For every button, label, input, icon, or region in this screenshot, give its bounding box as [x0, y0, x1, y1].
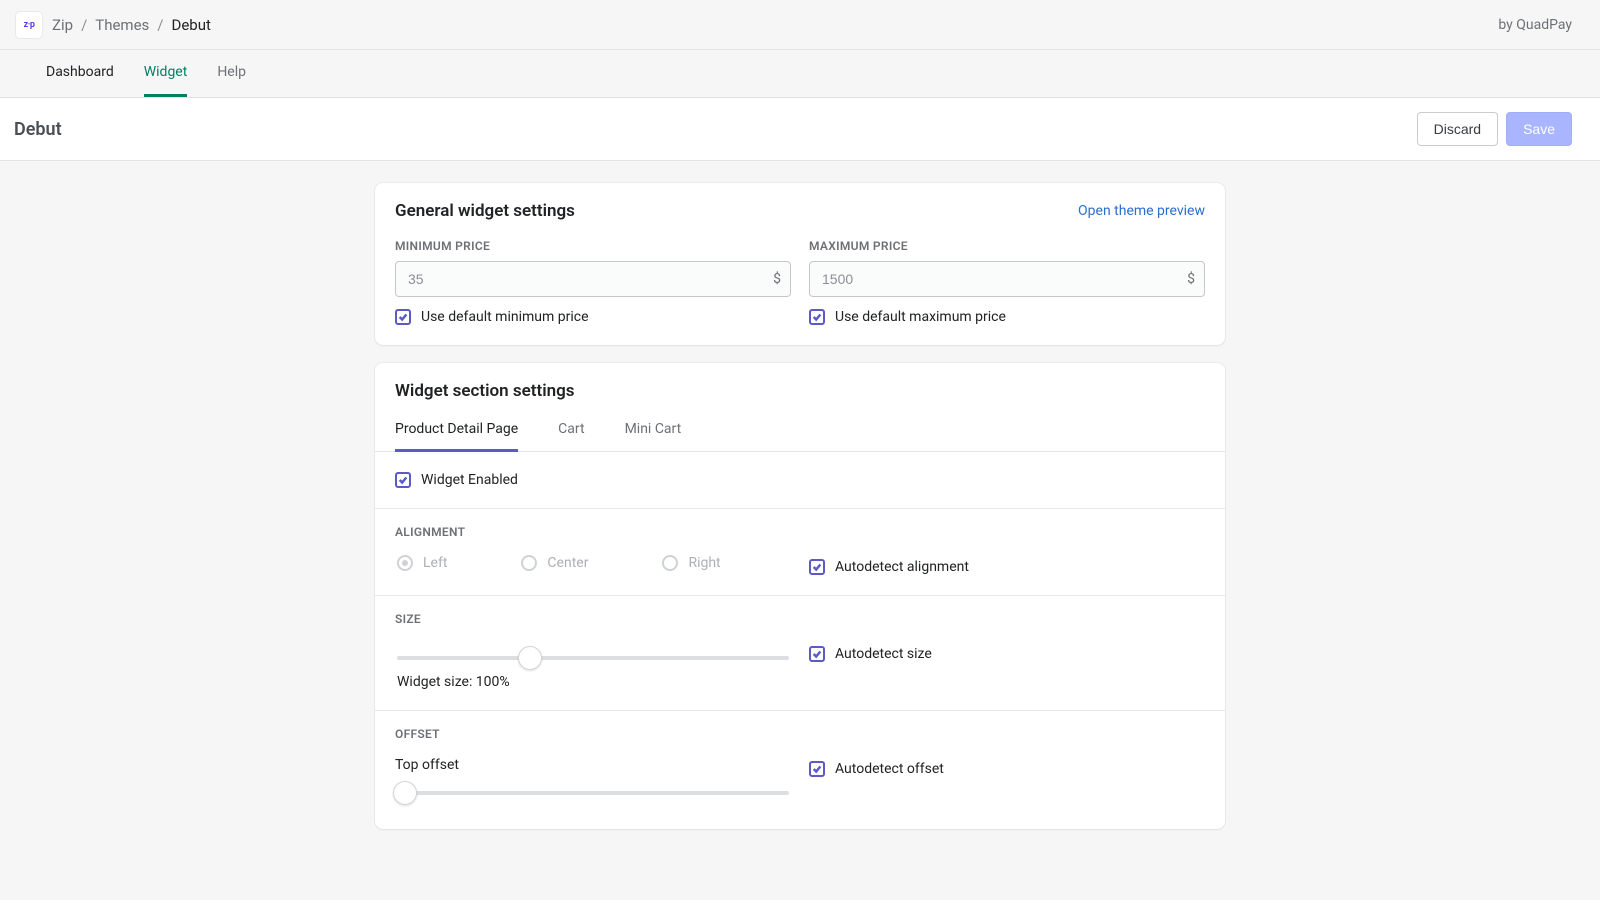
min-price-label: MINIMUM PRICE — [395, 239, 791, 253]
breadcrumb-sep-icon: / — [157, 16, 163, 34]
max-price-input[interactable] — [809, 261, 1205, 297]
action-buttons: Discard Save — [1417, 112, 1572, 146]
use-default-max-label: Use default maximum price — [835, 309, 1006, 325]
autodetect-offset-checkbox[interactable] — [809, 761, 825, 777]
alignment-right-label: Right — [688, 555, 720, 571]
save-button[interactable]: Save — [1506, 112, 1572, 146]
discard-button[interactable]: Discard — [1417, 112, 1498, 146]
use-default-min-checkbox[interactable] — [395, 309, 411, 325]
tab-dashboard[interactable]: Dashboard — [46, 50, 114, 97]
alignment-radio-left[interactable] — [397, 555, 413, 571]
size-slider-thumb[interactable] — [518, 646, 542, 670]
top-bar: z·p Zip / Themes / Debut by QuadPay — [0, 0, 1600, 50]
section-tabs: Product Detail Page Cart Mini Cart — [375, 401, 1225, 452]
content-area: General widget settings Open theme previ… — [0, 161, 1600, 851]
alignment-section: ALIGNMENT Left Center — [375, 509, 1225, 596]
tab-help[interactable]: Help — [217, 50, 246, 97]
alignment-radio-right[interactable] — [662, 555, 678, 571]
general-settings-card: General widget settings Open theme previ… — [375, 183, 1225, 345]
page-title: Debut — [14, 119, 62, 140]
tab-widget[interactable]: Widget — [144, 50, 188, 97]
title-bar: Debut Discard Save — [0, 98, 1600, 161]
widget-section-card: Widget section settings Product Detail P… — [375, 363, 1225, 829]
alignment-left-label: Left — [423, 555, 447, 571]
autodetect-offset-label: Autodetect offset — [835, 761, 944, 777]
general-settings-title: General widget settings — [395, 201, 575, 221]
use-default-min-label: Use default minimum price — [421, 309, 589, 325]
section-tab-minicart[interactable]: Mini Cart — [625, 411, 682, 452]
min-price-input[interactable] — [395, 261, 791, 297]
breadcrumb-app[interactable]: Zip — [52, 16, 73, 34]
widget-section-title: Widget section settings — [395, 381, 575, 401]
card-stack: General widget settings Open theme previ… — [375, 183, 1225, 829]
nav-tabs: Dashboard Widget Help — [0, 50, 1600, 98]
breadcrumb-current: Debut — [172, 16, 211, 34]
autodetect-size-label: Autodetect size — [835, 646, 932, 662]
currency-suffix-icon: $ — [773, 271, 781, 287]
autodetect-alignment-label: Autodetect alignment — [835, 559, 969, 575]
size-section-label: SIZE — [395, 612, 1205, 626]
alignment-center-label: Center — [547, 555, 588, 571]
alignment-radio-group: Left Center Right — [395, 555, 791, 571]
alignment-section-label: ALIGNMENT — [395, 525, 1205, 539]
top-offset-slider-thumb[interactable] — [393, 781, 417, 805]
autodetect-alignment-checkbox[interactable] — [809, 559, 825, 575]
use-default-max-checkbox[interactable] — [809, 309, 825, 325]
open-theme-preview-link[interactable]: Open theme preview — [1078, 203, 1205, 219]
widget-enabled-label: Widget Enabled — [421, 472, 518, 488]
autodetect-size-checkbox[interactable] — [809, 646, 825, 662]
alignment-radio-center[interactable] — [521, 555, 537, 571]
max-price-label: MAXIMUM PRICE — [809, 239, 1205, 253]
offset-section-label: OFFSET — [395, 727, 1205, 741]
top-bar-left: z·p Zip / Themes / Debut — [16, 12, 211, 38]
breadcrumb: Zip / Themes / Debut — [52, 16, 211, 34]
top-offset-label: Top offset — [395, 757, 791, 773]
breadcrumb-sep-icon: / — [81, 16, 87, 34]
size-slider[interactable] — [397, 656, 789, 660]
byline: by QuadPay — [1498, 17, 1572, 33]
top-offset-slider[interactable] — [397, 791, 789, 795]
breadcrumb-themes[interactable]: Themes — [95, 16, 149, 34]
widget-enabled-checkbox[interactable] — [395, 472, 411, 488]
section-tab-pdp[interactable]: Product Detail Page — [395, 411, 518, 452]
app-logo-icon: z·p — [16, 12, 42, 38]
offset-section: OFFSET Top offset — [375, 711, 1225, 829]
section-tab-cart[interactable]: Cart — [558, 411, 584, 452]
size-section: SIZE Widget size: 100% — [375, 596, 1225, 711]
size-caption: Widget size: 100% — [397, 674, 789, 690]
widget-enabled-section: Widget Enabled — [375, 452, 1225, 509]
currency-suffix-icon: $ — [1187, 271, 1195, 287]
